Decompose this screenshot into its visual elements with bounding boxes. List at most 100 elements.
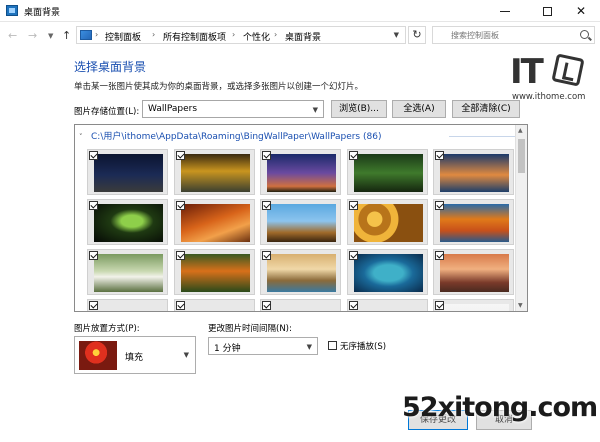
wallpaper-thumbnail[interactable]	[433, 199, 514, 245]
scroll-down-arrow-icon[interactable]: ▼	[518, 302, 523, 309]
wallpaper-checkbox[interactable]	[89, 301, 98, 310]
wallpaper-image	[440, 304, 509, 311]
wallpaper-thumbnail[interactable]	[346, 299, 428, 311]
wallpaper-gallery[interactable]: ˅ C:\用户\ithome\AppData\Roaming\BingWallPa…	[74, 124, 528, 312]
breadcrumb-item-desktop-background[interactable]: 桌面背景	[285, 30, 321, 43]
interval-dropdown[interactable]: 1 分钟 ▼	[208, 337, 318, 355]
breadcrumb[interactable]: › 控制面板 › 所有控制面板项 › 个性化 › 桌面背景 ▼	[76, 26, 406, 44]
maximize-icon	[542, 6, 552, 16]
chevron-down-icon: ▼	[183, 351, 189, 359]
shuffle-checkbox[interactable]	[328, 341, 337, 350]
wallpaper-thumbnail[interactable]	[87, 199, 168, 245]
wallpaper-checkbox[interactable]	[89, 251, 98, 260]
scrollbar-thumb[interactable]	[518, 139, 525, 173]
page-description: 单击某一张图片使其成为你的桌面背景，或选择多张图片以创建一个幻灯片。	[74, 82, 364, 92]
wallpaper-thumbnail[interactable]	[433, 299, 514, 311]
wallpaper-checkbox[interactable]	[262, 201, 271, 210]
wallpaper-thumbnail[interactable]	[173, 199, 255, 245]
ithome-logo-watermark: IT www.ithome.com	[510, 52, 590, 102]
wallpaper-thumbnail[interactable]	[173, 249, 255, 295]
breadcrumb-separator-icon: ›	[95, 30, 99, 39]
search-box[interactable]	[432, 26, 595, 44]
wallpaper-thumbnail[interactable]	[346, 149, 428, 195]
wallpaper-thumbnail[interactable]	[87, 249, 168, 295]
folder-path: C:\用户\ithome\AppData\Roaming\BingWallPap…	[91, 132, 382, 142]
forward-arrow-icon[interactable]: →	[28, 29, 37, 42]
wallpaper-checkbox[interactable]	[435, 201, 444, 210]
select-all-button[interactable]: 全选(A)	[392, 100, 446, 118]
up-arrow-icon[interactable]: ↑	[62, 29, 71, 42]
wallpaper-image	[94, 254, 163, 292]
refresh-button[interactable]: ↻	[408, 26, 426, 44]
wallpaper-thumbnail[interactable]	[433, 249, 514, 295]
wallpaper-thumbnail[interactable]	[260, 249, 341, 295]
shuffle-label: 无序播放(S)	[340, 342, 387, 352]
wallpaper-checkbox[interactable]	[262, 151, 271, 160]
wallpaper-checkbox[interactable]	[348, 201, 358, 210]
wallpaper-thumbnail[interactable]	[433, 149, 514, 195]
gallery-scrollbar[interactable]: ▲ ▼	[515, 125, 527, 311]
wallpaper-image	[440, 204, 509, 242]
wallpaper-thumbnail[interactable]	[346, 199, 428, 245]
wallpaper-thumbnail[interactable]	[173, 299, 255, 311]
breadcrumb-separator-icon: ›	[232, 30, 236, 39]
picture-position-dropdown[interactable]: 填充 ▼	[74, 336, 196, 374]
shuffle-option[interactable]: 无序播放(S)	[328, 340, 386, 352]
breadcrumb-item-all-items[interactable]: 所有控制面板项	[163, 30, 226, 43]
wallpaper-thumbnail[interactable]	[87, 149, 168, 195]
wallpaper-thumbnail[interactable]	[346, 249, 428, 295]
wallpaper-image	[94, 154, 163, 192]
wallpaper-thumbnail[interactable]	[260, 299, 341, 311]
folder-group-header[interactable]: ˅ C:\用户\ithome\AppData\Roaming\BingWallPa…	[79, 129, 519, 145]
wallpaper-image	[353, 304, 423, 311]
wallpaper-checkbox[interactable]	[175, 251, 185, 260]
collapse-chevron-icon[interactable]: ˅	[79, 133, 89, 141]
browse-button[interactable]: 浏览(B)...	[331, 100, 387, 118]
chevron-down-icon: ▼	[312, 106, 318, 114]
control-panel-icon	[80, 30, 92, 40]
wallpaper-thumbnail[interactable]	[173, 149, 255, 195]
maximize-button[interactable]	[528, 0, 566, 22]
breadcrumb-item-personalization[interactable]: 个性化	[243, 30, 270, 43]
wallpaper-thumbnail[interactable]	[87, 299, 168, 311]
interval-label: 更改图片时间间隔(N):	[208, 324, 292, 334]
scroll-up-arrow-icon[interactable]: ▲	[518, 127, 523, 134]
location-dropdown[interactable]: WallPapers ▼	[142, 100, 324, 118]
wallpaper-checkbox[interactable]	[348, 151, 358, 160]
wallpaper-checkbox[interactable]	[348, 301, 358, 310]
wallpaper-checkbox[interactable]	[262, 301, 271, 310]
recent-locations-chevron-icon[interactable]: ▼	[48, 32, 53, 40]
address-dropdown-icon[interactable]: ▼	[394, 31, 399, 39]
minimize-icon	[500, 10, 510, 12]
wallpaper-checkbox[interactable]	[435, 301, 444, 310]
search-input[interactable]	[433, 27, 573, 43]
back-arrow-icon[interactable]: ←	[8, 29, 17, 42]
ithome-logo-text: IT	[510, 52, 544, 92]
clear-all-button[interactable]: 全部清除(C)	[452, 100, 520, 118]
close-button[interactable]: ✕	[562, 0, 600, 22]
wallpaper-image	[180, 254, 250, 292]
wallpaper-thumbnail[interactable]	[260, 199, 341, 245]
wallpaper-image	[180, 304, 250, 311]
window-title: 桌面背景	[24, 8, 61, 18]
wallpaper-checkbox[interactable]	[89, 151, 98, 160]
title-bar: 桌面背景 ✕	[0, 0, 600, 22]
wallpaper-checkbox[interactable]	[435, 151, 444, 160]
picture-position-value: 填充	[125, 353, 144, 363]
wallpaper-image	[353, 254, 423, 292]
minimize-button[interactable]	[486, 0, 524, 22]
wallpaper-checkbox[interactable]	[348, 251, 358, 260]
wallpaper-image	[180, 154, 250, 192]
wallpaper-thumbnail[interactable]	[260, 149, 341, 195]
wallpaper-checkbox[interactable]	[175, 151, 185, 160]
wallpaper-checkbox[interactable]	[89, 201, 98, 210]
wallpaper-checkbox[interactable]	[175, 301, 185, 310]
wallpaper-checkbox[interactable]	[435, 251, 444, 260]
wallpaper-checkbox[interactable]	[175, 201, 185, 210]
wallpaper-image	[440, 254, 509, 292]
wallpaper-checkbox[interactable]	[262, 251, 271, 260]
breadcrumb-item-control-panel[interactable]: 控制面板	[105, 30, 141, 43]
location-label: 图片存储位置(L):	[74, 107, 140, 117]
wallpaper-image	[267, 254, 336, 292]
search-icon[interactable]	[580, 30, 589, 39]
